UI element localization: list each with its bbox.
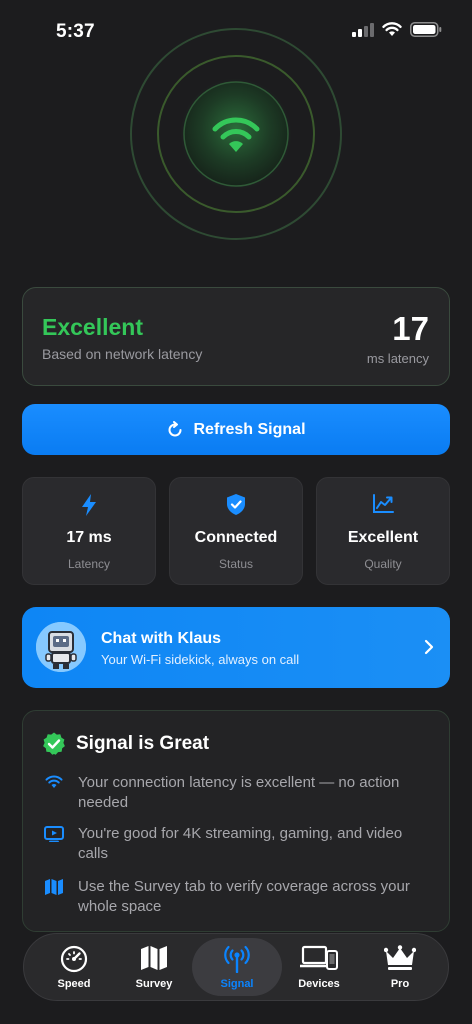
tab-speed-label: Speed (57, 978, 91, 990)
tab-speed[interactable]: Speed (33, 934, 115, 1000)
stat-latency: 17 ms Latency (22, 477, 156, 585)
stat-quality: Excellent Quality (316, 477, 450, 585)
signal-quality: Excellent (42, 314, 143, 340)
stat-latency-value: 17 ms (66, 529, 112, 546)
tip-item: Your connection latency is excellent — n… (43, 773, 433, 813)
tip-text: You're good for 4K streaming, gaming, an… (78, 825, 403, 862)
chat-subtitle: Your Wi-Fi sidekick, always on call (101, 652, 300, 667)
tab-bar: Speed Survey Signal Devices Pro (23, 933, 449, 1001)
refresh-icon (169, 420, 182, 436)
tip-text: Your connection latency is excellent — n… (78, 774, 400, 811)
stat-status: Connected Status (169, 477, 303, 585)
tab-devices-label: Devices (298, 978, 340, 990)
tab-signal[interactable]: Signal (192, 938, 282, 996)
chat-title: Chat with Klaus (101, 630, 222, 647)
refresh-signal-button[interactable]: Refresh Signal (22, 404, 450, 455)
tv-play-icon (43, 826, 64, 842)
tab-pro-label: Pro (390, 978, 410, 990)
map-icon (44, 879, 63, 895)
stat-status-label: Status (218, 557, 254, 571)
tab-survey[interactable]: Survey (113, 934, 195, 1000)
stat-quality-value: Excellent (347, 529, 419, 546)
signal-summary-card: Excellent Based on network latency 17 ms… (22, 287, 450, 386)
map-icon (141, 946, 167, 970)
refresh-signal-label: Refresh Signal (193, 420, 306, 438)
chart-line-icon (373, 494, 394, 513)
signal-tips-title: Signal is Great (76, 733, 210, 754)
signal-tips-card: Signal is Great Your connection latency … (22, 710, 450, 932)
tab-signal-label: Signal (220, 978, 254, 990)
latency-value: 17 (392, 310, 429, 347)
tab-pro[interactable]: Pro (359, 934, 441, 1000)
tip-item: You're good for 4K streaming, gaming, an… (43, 824, 433, 864)
devices-icon (300, 945, 338, 970)
signal-tips-header: Signal is Great (42, 732, 209, 756)
tip-text: Use the Survey tab to verify coverage ac… (78, 878, 410, 915)
klaus-avatar (36, 622, 86, 672)
latency-unit: ms latency (366, 351, 429, 366)
wifi-icon (45, 775, 62, 788)
antenna-icon (224, 945, 250, 973)
crown-icon (384, 945, 416, 970)
shield-check-icon (227, 494, 245, 515)
stat-quality-label: Quality (364, 557, 402, 571)
tip-item: Use the Survey tab to verify coverage ac… (43, 877, 433, 917)
signal-subtitle: Based on network latency (42, 346, 203, 362)
chat-with-klaus-card[interactable]: Chat with Klaus Your Wi-Fi sidekick, alw… (22, 607, 450, 688)
tab-devices[interactable]: Devices (278, 934, 360, 1000)
verified-badge-icon (43, 732, 65, 755)
signal-radar (130, 28, 342, 240)
stat-status-value: Connected (194, 529, 278, 546)
bolt-icon (82, 494, 96, 516)
chevron-right-icon (424, 639, 434, 655)
speedometer-icon (60, 945, 88, 973)
stat-latency-label: Latency (67, 557, 111, 571)
tab-survey-label: Survey (135, 978, 173, 990)
